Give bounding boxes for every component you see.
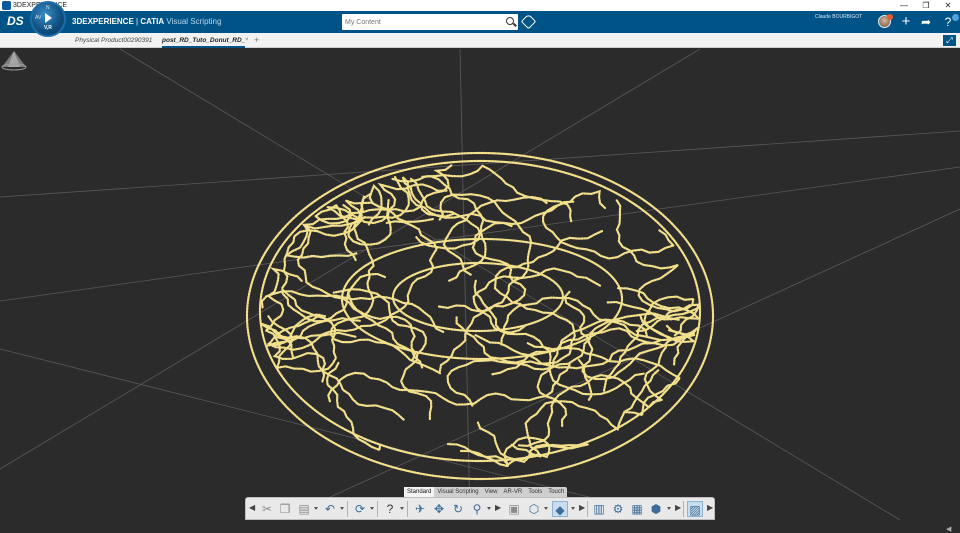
brand-3dexperience: 3DEXPERIENCE [72,17,134,26]
expand-right-icon[interactable]: ▶ [675,503,681,512]
tag-icon[interactable] [520,13,537,30]
close-button[interactable]: ✕ [938,0,958,11]
grid-line [0,49,701,470]
chevron-down-icon[interactable] [571,507,575,510]
expand-icon[interactable]: ⤢ [943,35,956,46]
notification-badge [887,14,893,20]
compass-left-label: AV [35,15,42,21]
actionbar-tab-visual-scripting[interactable]: Visual Scripting [434,487,481,497]
actionbar-tab-touch[interactable]: Touch [545,487,567,497]
zoom-icon[interactable]: ⚲ [469,501,485,517]
copy-icon[interactable]: ❐ [277,501,293,517]
chevron-down-icon[interactable] [370,507,374,510]
play-icon[interactable] [45,13,52,23]
user-name[interactable]: Claude BOURBIGOT [815,14,862,20]
compass[interactable]: N AV V,R [30,1,66,37]
app-icon [2,1,11,10]
search-icon[interactable] [506,17,514,25]
point-cloud-donut[interactable] [245,151,715,481]
script-node-icon[interactable]: ⬢ [648,501,664,517]
chevron-down-icon[interactable] [544,507,548,510]
app-header: DS 3DEXPERIENCE | CATIA Visual Scripting… [0,11,960,33]
compass-top-label: N [46,5,50,11]
script-run-icon[interactable]: ▦ [629,501,645,517]
chevron-down-icon[interactable] [314,507,318,510]
share-icon[interactable]: ➦ [918,13,934,31]
script-icon[interactable]: ▥ [591,501,607,517]
help-badge [952,14,959,21]
brand-catia: CATIA [140,17,165,26]
tab-close-icon[interactable]: × [245,35,249,46]
view-cube-icon[interactable]: ◆ [552,501,568,517]
render-style-icon[interactable]: ⬡ [526,501,542,517]
app-name: Visual Scripting [166,17,222,26]
cut-icon[interactable]: ✂ [259,501,275,517]
script-settings-icon[interactable]: ⚙ [610,501,626,517]
actionbar-tab-ar-vr[interactable]: AR-VR [501,487,526,497]
os-title-bar: 3DEXPERIENCE — ❐ ✕ [0,0,960,11]
chevron-down-icon[interactable] [340,507,344,510]
3d-viewport[interactable]: ◀ [0,49,960,533]
point-cloud-contour [260,290,445,333]
chevron-down-icon[interactable] [487,507,491,510]
expand-arrow-icon[interactable]: ◀ [946,525,951,533]
help-tool-icon[interactable]: ? [382,501,398,517]
tab-physical-product[interactable]: Physical Product00290391 [75,35,152,46]
add-tab-button[interactable]: + [254,34,259,46]
separator [683,501,684,517]
actionbar-tab-standard[interactable]: Standard [404,487,435,497]
scroll-right-icon[interactable]: ▶ [707,503,713,512]
point-cloud-contour [332,288,433,421]
grid-line [0,348,681,520]
brand-title: 3DEXPERIENCE | CATIA Visual Scripting [72,16,221,28]
navigation-cube-icon[interactable] [0,49,28,71]
separator [407,501,408,517]
expand-right-icon[interactable]: ▶ [495,503,501,512]
ds-logo[interactable]: DS [7,14,24,28]
paste-icon[interactable]: ▤ [296,501,312,517]
expand-right-icon[interactable]: ▶ [579,503,585,512]
chevron-down-icon[interactable] [667,507,671,510]
actionbar-tabs: Standard Visual Scripting View AR-VR Tools To… [404,487,568,497]
fly-icon[interactable]: ✈ [412,501,428,517]
minimize-button[interactable]: — [894,0,914,11]
scroll-left-icon[interactable]: ◀ [249,503,255,512]
undo-icon[interactable]: ↶ [322,501,338,517]
actionbar-tab-tools[interactable]: Tools [525,487,545,497]
separator [377,501,378,517]
compass-app-label: V,R [44,25,52,31]
viewport-canvas[interactable] [0,49,960,520]
inner-ring [391,261,565,333]
tab-post-rd-tuto-donut[interactable]: post_RD_Tuto_Donut_RD_ [162,35,246,48]
add-icon[interactable]: + [898,13,914,31]
point-cloud-contour [536,326,699,428]
search-input[interactable] [345,15,495,29]
separator [587,501,588,517]
separator [347,501,348,517]
ground-grid [0,49,960,520]
maximize-button[interactable]: ❐ [916,0,936,11]
pan-icon[interactable]: ✥ [431,501,447,517]
chevron-down-icon[interactable] [400,507,404,510]
update-icon[interactable]: ⟳ [352,501,368,517]
rotate-icon[interactable]: ↻ [450,501,466,517]
workbench-icon[interactable]: ▨ [687,501,703,517]
action-bar: ◀ ✂ ❐ ▤ ↶ ⟳ ? ✈ ✥ ↻ ⚲ ▶ ▣ ⬡ ◆ ▶ ▥ ⚙ ▦ ⬢ … [245,497,715,520]
capture-icon[interactable]: ▣ [506,501,522,517]
point-cloud-contour [542,189,676,260]
editor-tabs: Physical Product00290391 post_RD_Tuto_Do… [0,33,960,48]
actionbar-tab-view[interactable]: View [482,487,501,497]
search-box[interactable] [342,14,518,30]
